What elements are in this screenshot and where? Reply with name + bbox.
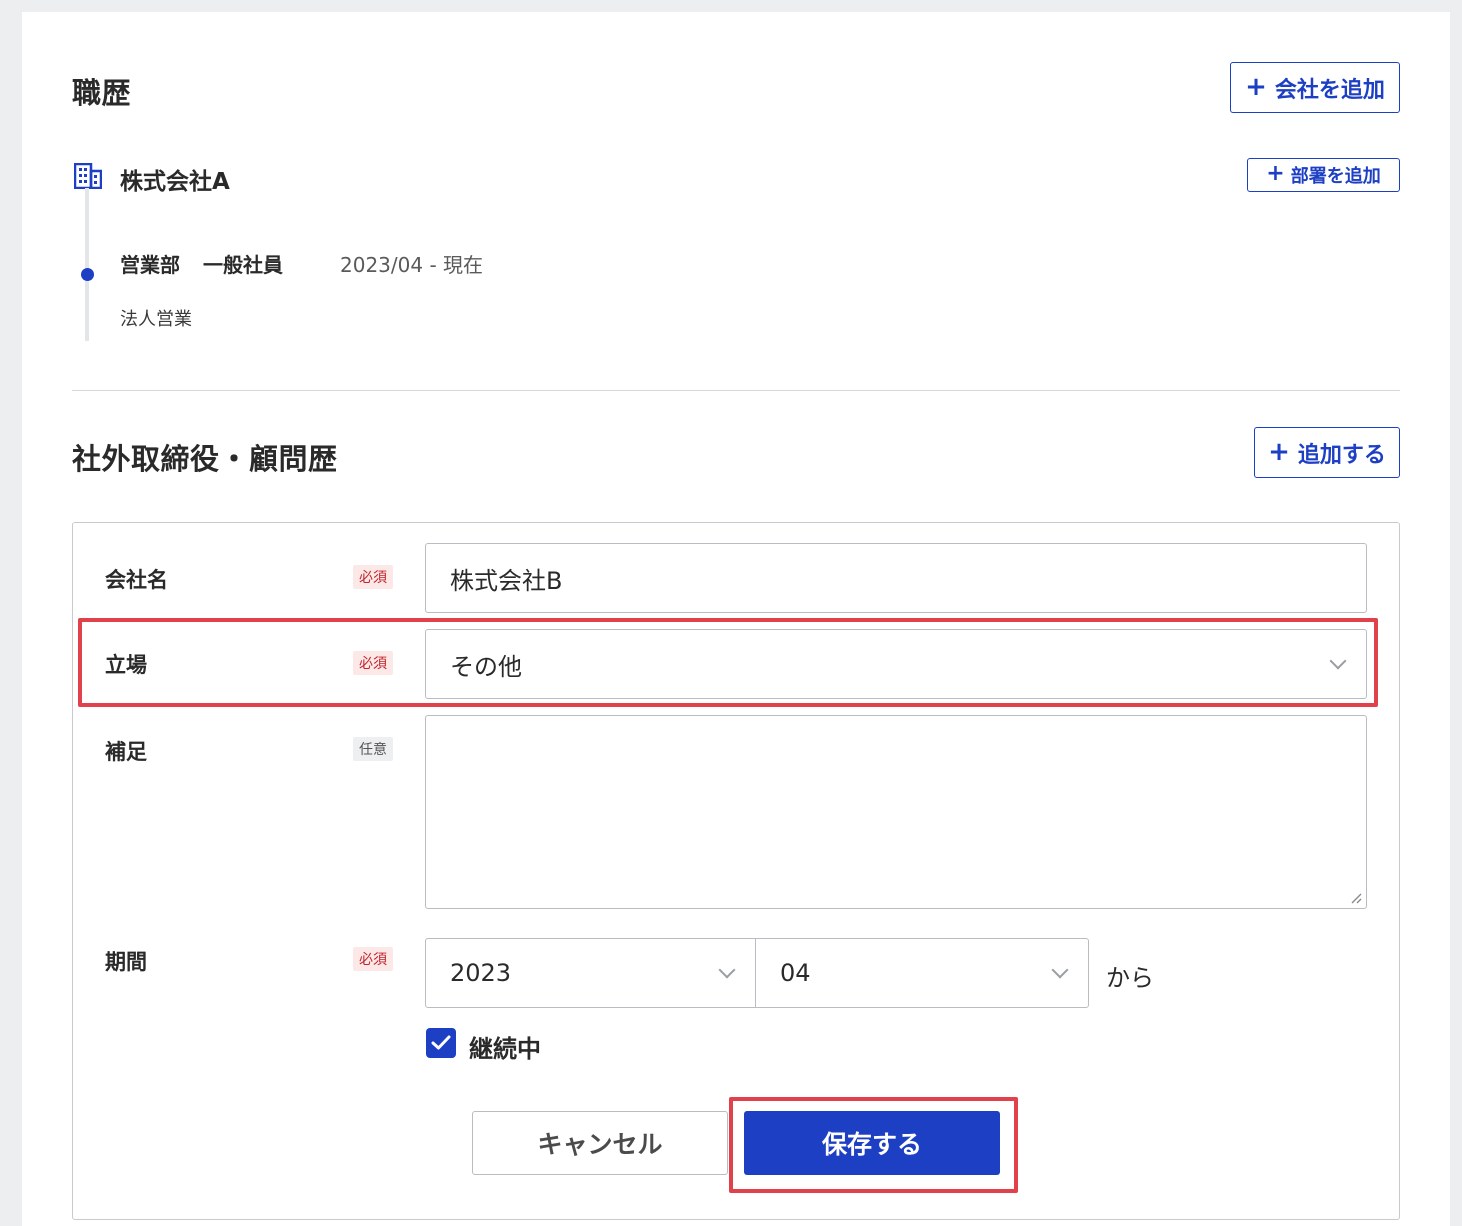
- check-icon: [431, 1035, 451, 1050]
- ongoing-checkbox[interactable]: [426, 1028, 456, 1058]
- chevron-down-icon: [1051, 961, 1069, 979]
- add-department-button[interactable]: + 部署を追加: [1247, 158, 1400, 192]
- board-section-title: 社外取締役・顧問歴: [72, 442, 338, 476]
- plus-icon: +: [1245, 71, 1267, 102]
- add-board-label: 追加する: [1297, 442, 1386, 468]
- note-label: 補足: [105, 740, 147, 764]
- profile-card: 職歴 + 会社を追加 株式会社A + 部署を追加 営業部 一般社員 2023/0…: [22, 12, 1450, 1226]
- add-company-button[interactable]: + 会社を追加: [1230, 62, 1400, 113]
- from-text: から: [1106, 964, 1154, 992]
- company-name-value: 株式会社B: [450, 566, 563, 595]
- optional-badge: 任意: [353, 737, 393, 761]
- month-select[interactable]: 04: [755, 938, 1089, 1008]
- department-name: 営業部: [120, 253, 180, 277]
- plus-icon: +: [1266, 161, 1285, 186]
- job-period: 2023/04 - 現在: [340, 253, 484, 277]
- plus-icon: +: [1268, 436, 1290, 467]
- month-value: 04: [780, 959, 811, 987]
- year-select[interactable]: 2023: [425, 938, 756, 1008]
- ongoing-label[interactable]: 継続中: [469, 1029, 541, 1064]
- year-value: 2023: [450, 959, 512, 987]
- highlight-frame-save: [729, 1097, 1018, 1193]
- required-badge: 必須: [353, 565, 393, 589]
- add-company-label: 会社を追加: [1274, 77, 1385, 103]
- highlight-frame-position: [78, 618, 1378, 707]
- timeline-line: [85, 188, 89, 341]
- company-name: 株式会社A: [120, 169, 230, 195]
- cancel-button[interactable]: キャンセル: [472, 1111, 728, 1175]
- career-section-title: 職歴: [72, 76, 132, 110]
- building-icon: [74, 163, 102, 189]
- add-department-label: 部署を追加: [1290, 166, 1381, 187]
- company-name-label: 会社名: [105, 568, 168, 592]
- company-name-input[interactable]: 株式会社B: [425, 543, 1367, 613]
- section-divider: [72, 390, 1400, 391]
- chevron-down-icon: [718, 961, 736, 979]
- period-label: 期間: [105, 950, 147, 974]
- job-position: 一般社員: [203, 253, 283, 277]
- required-badge: 必須: [353, 947, 393, 971]
- note-textarea[interactable]: [425, 715, 1367, 909]
- job-description: 法人営業: [120, 309, 192, 330]
- add-board-button[interactable]: + 追加する: [1254, 427, 1400, 478]
- timeline-dot: [81, 268, 94, 281]
- resize-handle-icon[interactable]: [1350, 892, 1362, 904]
